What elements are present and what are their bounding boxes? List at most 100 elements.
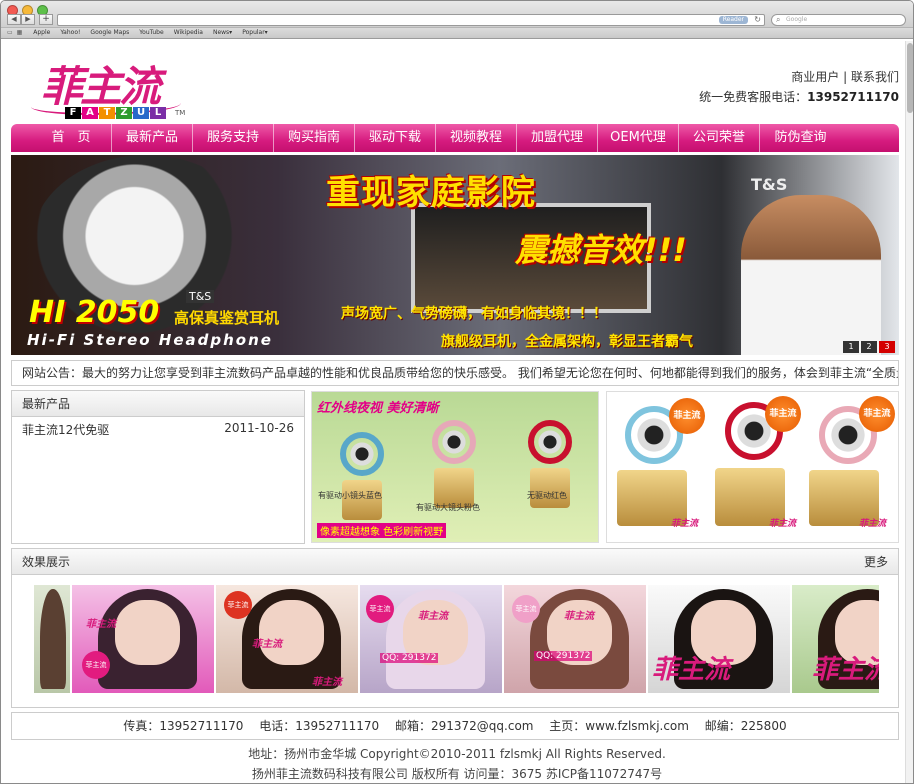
promo-webcam-colors[interactable]: 红外线夜视 美好清晰 有驱动小镜头蓝色 有驱动大镜头粉色 无驱动红色 像素超越想…	[311, 391, 599, 543]
photo-watermark: 菲主流	[312, 677, 342, 688]
logo-letter: Z	[116, 107, 132, 119]
promo-webcam-lineup[interactable]: 菲主流 菲主流 菲主流 菲主流 菲主流 菲主流	[606, 391, 899, 543]
promo1-title: 红外线夜视 美好清晰	[317, 401, 439, 416]
banner-title-1: 重现家庭影院	[326, 173, 536, 213]
header-links: 商业用户 | 联系我们 统一免费客服电话：13952711170	[699, 67, 899, 107]
reload-icon[interactable]: ↻	[754, 15, 761, 25]
webcam-red-image	[528, 420, 572, 464]
gallery-thumb[interactable]: 菲主流 菲主流	[72, 585, 214, 693]
footer-company: 扬州菲主流数码科技有限公司 版权所有 访问量：3675 苏ICP备1107274…	[251, 767, 663, 781]
back-button[interactable]: ◀	[7, 14, 21, 25]
promo1-label-2: 有驱动大镜头粉色	[416, 503, 480, 512]
showcase-more-link[interactable]: 更多	[864, 549, 888, 574]
photo-subject	[40, 589, 66, 689]
history-buttons: ◀ ▶	[7, 14, 35, 25]
contact-us-link[interactable]: 联系我们	[851, 70, 899, 84]
bookmark-google-maps[interactable]: Google Maps	[90, 28, 129, 38]
latest-product-date: 2011-10-26	[224, 421, 294, 435]
contact-bar: 传真：13952711170 电话：13952711170 邮箱：291372@…	[11, 712, 899, 740]
showcase-header: 效果展示 更多	[12, 549, 898, 575]
nav-anti-counterfeit[interactable]: 防伪查询	[760, 124, 841, 152]
logo-text: 菲主流	[41, 62, 161, 111]
reader-button[interactable]: Reader	[718, 16, 748, 24]
photo-watermark: 菲主流	[252, 639, 282, 650]
webcam-pink-image	[432, 420, 476, 464]
banner-page-3[interactable]: 3	[879, 341, 895, 353]
photo-watermark: 菲主流	[812, 655, 879, 685]
footer-address: 地址：扬州市金华城 Copyright©2010-2011 fzlsmkj Al…	[248, 747, 666, 761]
bookmarks-bar: ▭ ▦ Apple Yahoo! Google Maps YouTube Wik…	[1, 28, 913, 39]
latest-products-title: 最新产品	[12, 391, 304, 417]
latest-product-link[interactable]: 菲主流12代免驱	[22, 421, 109, 438]
bookmark-wikipedia[interactable]: Wikipedia	[174, 28, 203, 38]
hotline-number: 13952711170	[807, 90, 899, 104]
nav-home[interactable]: 首 页	[31, 124, 112, 152]
brand-badge: 菲主流	[765, 396, 801, 432]
logo-letter: F	[65, 107, 81, 119]
banner-brand-logo: T&S	[751, 175, 788, 194]
photo-badge: 菲主流	[512, 595, 540, 623]
nav-oem[interactable]: OEM代理	[598, 124, 679, 152]
book-icon[interactable]: ▭ ▦	[7, 28, 23, 38]
add-bookmark-button[interactable]: +	[39, 14, 53, 25]
hotline-label: 统一免费客服电话：	[699, 90, 808, 104]
photo-watermark: 菲主流	[86, 619, 116, 630]
bookmark-youtube[interactable]: YouTube	[139, 28, 163, 38]
nav-latest-products[interactable]: 最新产品	[112, 124, 193, 152]
promo1-label-3: 无驱动红色	[527, 491, 567, 500]
gallery-thumb[interactable]: 菲主流	[648, 585, 790, 693]
promo1-label-1: 有驱动小镜头蓝色	[318, 491, 382, 500]
web-page: 菲主流 F A T Z U L TM 商业用户 | 联系我们 统一免费客服电话：…	[1, 41, 913, 783]
brand-badge: 菲主流	[669, 398, 705, 434]
gallery-thumb[interactable]: 菲主流	[792, 585, 879, 693]
banner-title-2: 震撼音效!!!	[515, 231, 687, 269]
search-input[interactable]: Google	[771, 14, 906, 26]
title-bar: ◀ ▶ + Reader ↻ Google	[1, 1, 913, 28]
forward-button[interactable]: ▶	[21, 14, 35, 25]
main-nav: 首 页 最新产品 服务支持 购买指南 驱动下载 视频教程 加盟代理 OEM代理 …	[11, 124, 899, 152]
photo-qq: QQ: 291372	[380, 653, 439, 663]
bookmark-popular[interactable]: Popular▾	[242, 28, 268, 38]
logo-letter: A	[82, 107, 98, 119]
nav-buying-guide[interactable]: 购买指南	[274, 124, 355, 152]
hero-banner[interactable]: T&S T&S 重现家庭影院 震撼音效!!! HI 2050 高保真鉴赏耳机 H…	[11, 155, 899, 355]
address-bar[interactable]: Reader ↻	[57, 14, 765, 26]
nav-video-tutorials[interactable]: 视频教程	[436, 124, 517, 152]
gallery-thumb[interactable]: 菲主流 菲主流 菲主流	[216, 585, 358, 693]
logo-trademark: TM	[175, 109, 186, 117]
nav-driver-download[interactable]: 驱动下载	[355, 124, 436, 152]
site-logo[interactable]: 菲主流 F A T Z U L TM	[31, 51, 191, 123]
showcase-title: 效果展示	[22, 555, 71, 569]
bookmark-yahoo[interactable]: Yahoo!	[60, 28, 80, 38]
bookmark-news[interactable]: News▾	[213, 28, 232, 38]
nav-honors[interactable]: 公司荣誉	[679, 124, 760, 152]
gallery-thumb[interactable]	[34, 585, 70, 693]
banner-model-sub: 高保真鉴赏耳机	[174, 309, 280, 327]
webcam-stand	[530, 468, 570, 508]
brand-badge: 菲主流	[859, 396, 895, 432]
bookmark-apple[interactable]: Apple	[33, 28, 50, 38]
photo-watermark: 菲主流	[652, 655, 731, 685]
banner-slogan-1: 声场宽广、气势磅礴，有如身临其境！！！	[341, 306, 607, 322]
logo-letter: T	[99, 107, 115, 119]
showcase-box: 效果展示 更多 菲主流 菲主流 菲主流 菲主流 菲主流 菲主流 菲主流 QQ: …	[11, 548, 899, 708]
photo-badge: 菲主流	[366, 595, 394, 623]
photo-face	[258, 600, 324, 665]
gallery-thumb[interactable]: 菲主流 菲主流 QQ: 291372	[504, 585, 646, 693]
banner-page-1[interactable]: 1	[843, 341, 859, 353]
link-separator: |	[843, 70, 848, 84]
model-person-image	[741, 195, 881, 355]
banner-hifi: Hi-Fi Stereo Headphone	[27, 331, 273, 349]
photo-watermark: 菲主流	[564, 611, 594, 622]
business-users-link[interactable]: 商业用户	[791, 70, 839, 84]
page-scrollbar[interactable]	[905, 41, 913, 783]
brand-mark: 菲主流	[859, 519, 887, 529]
scrollbar-thumb[interactable]	[907, 43, 913, 113]
banner-page-2[interactable]: 2	[861, 341, 877, 353]
nav-service-support[interactable]: 服务支持	[193, 124, 274, 152]
nav-franchise[interactable]: 加盟代理	[517, 124, 598, 152]
gallery-thumb[interactable]: 菲主流 菲主流 QQ: 291372	[360, 585, 502, 693]
photo-face	[114, 600, 180, 665]
showcase-gallery: 菲主流 菲主流 菲主流 菲主流 菲主流 菲主流 菲主流 QQ: 291372 菲…	[34, 585, 879, 693]
latest-products-box: 最新产品 菲主流12代免驱 2011-10-26	[11, 390, 305, 544]
